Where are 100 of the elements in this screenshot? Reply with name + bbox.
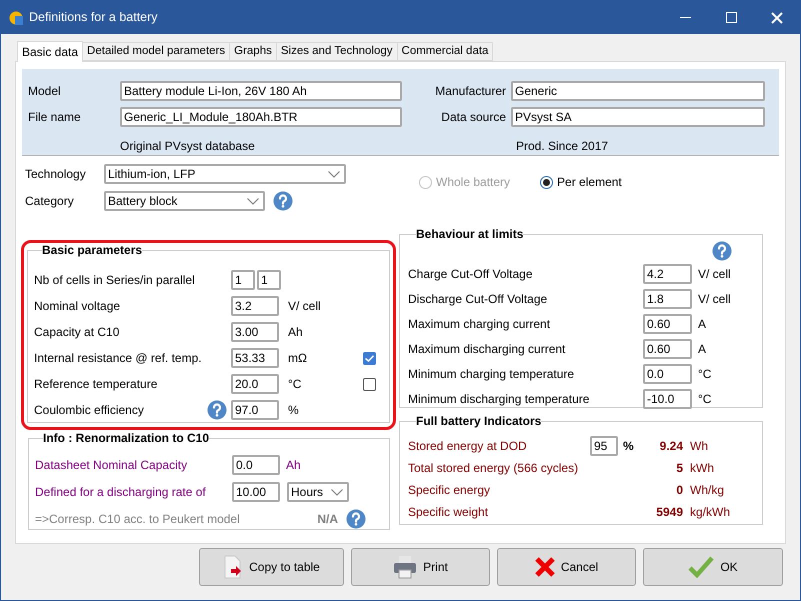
input-field[interactable]: 53.33 — [231, 348, 279, 368]
unit-label: A — [698, 316, 706, 333]
input-field[interactable]: 10.00 — [232, 482, 280, 502]
unit-label: kg/kWh — [690, 504, 730, 521]
group-title: Info : Renormalization to C10 — [43, 431, 210, 445]
tab[interactable]: Basic data — [17, 41, 84, 62]
field-label: Technology — [24, 166, 87, 183]
help-icon[interactable] — [207, 400, 227, 420]
input-field[interactable]: -10.0 — [643, 389, 692, 409]
unit-label: °C — [288, 376, 302, 393]
input-field[interactable]: Generic_LI_Module_180Ah.BTR — [120, 107, 402, 127]
field-label: Maximum discharging current — [408, 341, 566, 358]
help-icon[interactable] — [346, 509, 366, 529]
field-label: Coulombic efficiency — [34, 402, 145, 419]
dialog-button[interactable]: OK — [643, 548, 783, 586]
dropdown[interactable]: Battery block — [104, 191, 265, 211]
field-label: Model — [28, 83, 62, 100]
result-value: 9.24 — [658, 438, 683, 454]
input-field[interactable]: 20.0 — [231, 374, 279, 394]
unit-label: V/ cell — [288, 298, 322, 315]
field-label: Discharge Cut-Off Voltage — [408, 291, 548, 308]
unit-label: A — [698, 341, 706, 358]
maximize-icon — [726, 12, 736, 23]
cross-icon — [534, 557, 555, 577]
input-field[interactable]: 0.60 — [643, 314, 692, 334]
input-field[interactable]: Battery module Li-Ion, 26V 180 Ah — [120, 81, 402, 101]
printer-icon — [393, 555, 418, 579]
group-title: Behaviour at limits — [416, 227, 524, 241]
unit-label: Ah — [286, 457, 301, 474]
unit-label: % — [623, 438, 635, 454]
input-field[interactable]: 0.0 — [643, 364, 692, 384]
tab[interactable]: Commercial data — [398, 42, 494, 61]
dropdown[interactable]: Lithium-ion, LFP — [104, 164, 346, 184]
field-label: Nb of cells in Series/in parallel — [34, 272, 196, 289]
field-label: Defined for a discharging rate of — [35, 484, 207, 501]
result-value: N/A — [316, 511, 338, 528]
input-field[interactable]: 4.2 — [643, 264, 692, 284]
chevron-icon — [247, 198, 259, 204]
help-icon[interactable] — [273, 191, 293, 211]
field-label: Stored energy at DOD — [408, 438, 528, 454]
field-label: Minimum charging temperature — [408, 366, 576, 383]
chevron-icon — [328, 170, 340, 178]
checkbox[interactable] — [363, 378, 376, 390]
input-field[interactable]: 0.60 — [643, 339, 692, 359]
dialog-button[interactable]: Print — [351, 548, 490, 586]
input-field[interactable]: 1 — [231, 270, 255, 290]
help-icon[interactable] — [712, 241, 732, 261]
result-value: 0 — [675, 482, 683, 499]
input-field[interactable]: 1 — [257, 270, 281, 290]
unit-label: % — [288, 402, 300, 419]
tab[interactable]: Detailed model parameters — [83, 42, 230, 61]
field-label: Specific energy — [408, 482, 492, 499]
input-field[interactable]: 1.8 — [643, 289, 692, 309]
result-value: 5949 — [655, 504, 683, 521]
field-label: Category — [24, 193, 75, 210]
input-field[interactable]: PVsyst SA — [511, 107, 765, 127]
note-text: Prod. Since 2017 — [516, 138, 608, 155]
unit-label: mΩ — [288, 350, 308, 367]
result-value: 5 — [675, 460, 683, 477]
unit-label: kWh — [690, 460, 714, 477]
unit-label: Ah — [288, 324, 304, 341]
tab[interactable]: Sizes and Technology — [276, 42, 398, 61]
dialog-button[interactable]: Copy to table — [199, 548, 344, 586]
minimize-icon — [680, 17, 690, 18]
close-icon — [771, 12, 783, 24]
group-title: Basic parameters — [42, 243, 142, 257]
dialog-button[interactable]: Cancel — [497, 548, 636, 586]
field-label: File name — [28, 109, 82, 126]
field-label: Specific weight — [408, 504, 490, 521]
window-title: Definitions for a battery — [29, 9, 158, 26]
chevron-icon — [331, 488, 343, 496]
document-arrow-icon — [223, 555, 244, 579]
field-label: Capacity at C10 — [34, 324, 120, 341]
field-label: Data source — [440, 109, 507, 126]
unit-label: V/ cell — [698, 291, 731, 308]
radio-button[interactable]: Per element — [540, 173, 622, 191]
unit-label: V/ cell — [698, 266, 731, 283]
field-label: Reference temperature — [34, 376, 158, 393]
field-label: Internal resistance @ ref. temp. — [34, 350, 203, 367]
input-field[interactable]: Generic — [511, 81, 765, 101]
note-text: =>Corresp. C10 acc. to Peukert model — [35, 511, 241, 528]
checkmark-icon — [688, 556, 714, 578]
app-icon — [9, 10, 23, 24]
checkbox[interactable] — [363, 352, 376, 364]
field-label: Datasheet Nominal Capacity — [35, 457, 188, 474]
field-label: Nominal voltage — [34, 298, 122, 315]
input-field[interactable]: 97.0 — [231, 400, 279, 420]
input-field[interactable]: 3.2 — [231, 296, 279, 316]
note-text: Original PVsyst database — [120, 138, 255, 155]
input-field[interactable]: 3.00 — [231, 322, 279, 342]
tab[interactable]: Graphs — [230, 42, 277, 61]
field-label: Minimum discharging temperature — [408, 391, 590, 408]
field-label: Charge Cut-Off Voltage — [408, 266, 534, 283]
unit-label: °C — [698, 366, 712, 383]
input-field[interactable]: 95 — [590, 436, 618, 456]
group-title: Full battery Indicators — [416, 414, 542, 428]
dropdown[interactable]: Hours — [287, 482, 349, 502]
input-field[interactable]: 0.0 — [232, 455, 280, 475]
unit-label: Wh — [690, 438, 708, 454]
field-label: Maximum charging current — [408, 316, 552, 333]
